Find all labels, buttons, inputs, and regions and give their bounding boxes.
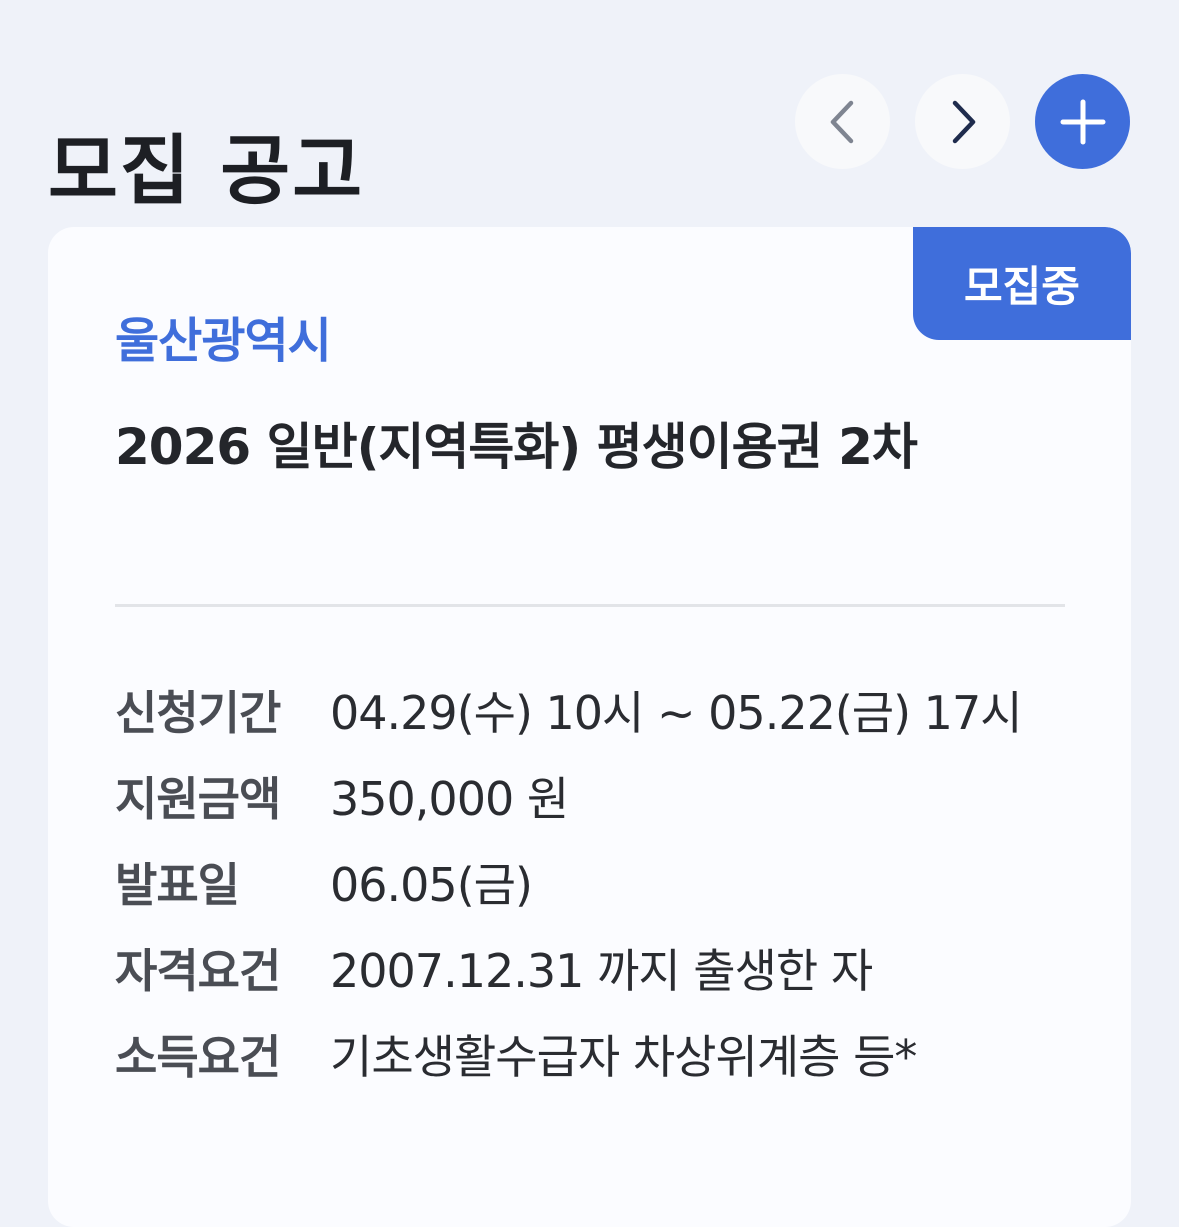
- info-row-support-amount: 지원금액 350,000 원: [115, 753, 1022, 839]
- next-button[interactable]: [915, 74, 1010, 169]
- info-row-application-period: 신청기간 04.29(수) 10시 ~ 05.22(금) 17시: [115, 667, 1023, 753]
- info-value: 2007.12.31 까지 출생한 자: [330, 944, 873, 998]
- info-label: 자격요건: [115, 944, 281, 998]
- page-title: 모집 공고: [48, 125, 365, 215]
- info-label: 소득요건: [115, 1030, 281, 1084]
- info-label: 발표일: [115, 858, 240, 912]
- divider: [115, 604, 1065, 607]
- notice-title: 2026 일반(지역특화) 평생이용권 2차: [115, 418, 918, 476]
- info-value: 04.29(수) 10시 ~ 05.22(금) 17시: [330, 686, 1023, 740]
- chevron-left-icon: [830, 100, 853, 143]
- notice-card[interactable]: 모집중 울산광역시 2026 일반(지역특화) 평생이용권 2차 신청기간 04…: [48, 227, 1131, 1227]
- info-value: 06.05(금): [330, 858, 533, 912]
- chevron-right-icon: [952, 100, 975, 143]
- info-list: 신청기간 04.29(수) 10시 ~ 05.22(금) 17시 지원금액 35…: [115, 667, 1023, 1097]
- plus-icon: [1060, 99, 1105, 144]
- status-badge: 모집중: [913, 227, 1131, 340]
- info-label: 지원금액: [115, 772, 281, 826]
- info-row-eligibility: 자격요건 2007.12.31 까지 출생한 자: [115, 925, 1022, 1011]
- prev-button[interactable]: [795, 74, 890, 169]
- add-button[interactable]: [1035, 74, 1130, 169]
- info-value: 350,000 원: [330, 772, 569, 826]
- region-label: 울산광역시: [115, 313, 332, 369]
- info-row-income-requirement: 소득요건 기초생활수급자 차상위계층 등*: [115, 1011, 1022, 1097]
- info-label: 신청기간: [115, 686, 281, 740]
- info-value: 기초생활수급자 차상위계층 등*: [330, 1030, 917, 1084]
- info-row-announcement-date: 발표일 06.05(금): [115, 839, 1022, 925]
